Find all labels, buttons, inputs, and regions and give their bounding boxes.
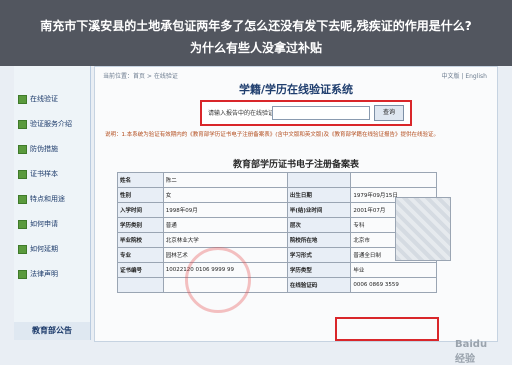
field-key: 证书编号 [117,262,164,278]
sidebar-item-extend[interactable]: 如何延期 [14,238,90,260]
verification-code-highlight [335,317,439,341]
table-row: 毕业院校 北京林业大学 院校所在地 北京市 [117,232,437,248]
bullet-icon [18,195,27,204]
sidebar-item-apply[interactable]: 如何申请 [14,213,90,235]
description-note: 说明：1.本系统为验证有效期内的《教育部学历证书电子注册备案表》(含中文版和英文… [105,132,440,138]
sidebar-item-label: 如何延期 [30,245,58,253]
certificate-title: 教育部学历证书电子注册备案表 [232,160,359,170]
field-key: 毕业院校 [117,232,164,248]
field-key: 出生日期 [286,187,352,203]
photo [395,197,451,261]
sidebar: 在线验证 验证服务介绍 防伪措施 证书样本 特点和用途 如何申请 如何延期 法律… [14,66,91,340]
sidebar-item-label: 在线验证 [30,95,58,103]
table-row: 入学时间 1998年09月 毕(结)业时间 2001年07月 [117,202,437,218]
bullet-icon [18,145,27,154]
field-value: 0006 0869 3559 [350,277,437,293]
page: 在线验证 验证服务介绍 防伪措施 证书样本 特点和用途 如何申请 如何延期 法律… [0,0,512,365]
stamp-seal [185,247,251,313]
field-key: 学历类别 [117,217,164,233]
banner-line-2: 为什么有些人没拿过补贴 [189,41,322,55]
system-title: 学籍/学历在线验证系统 [238,83,354,96]
field-value [350,172,437,188]
table-row: 性别女出生日期 1979年09月15日 [117,187,437,203]
field-key: 院校所在地 [286,232,352,248]
table-row: 学历类别 普通 层次 专科 [117,217,437,233]
field-value: 北京林业大学 [162,232,288,248]
question-banner: 南充市下溪安县的土地承包证两年多了怎么还没有发下去呢,残疾证的作用是什么? 为什… [0,0,512,66]
table-row: 姓名 陈二 [117,172,437,188]
bullet-icon [18,170,27,179]
search-button[interactable]: 查询 [374,105,404,121]
bullet-icon [18,270,27,279]
field-key: 在线验证码 [286,277,352,293]
field-key: 学历类型 [286,262,352,278]
sidebar-item-online-verify[interactable]: 在线验证 [14,88,90,110]
sidebar-item-service-intro[interactable]: 验证服务介绍 [14,113,90,135]
field-key: 性别 [117,187,164,203]
sidebar-item-label: 验证服务介绍 [30,120,72,128]
language-switch[interactable]: 中文版 | English [441,71,487,80]
sidebar-item-sample[interactable]: 证书样本 [14,163,90,185]
field-key [286,172,352,188]
bullet-icon [18,95,27,104]
banner-line-1: 南充市下溪安县的土地承包证两年多了怎么还没有发下去呢,残疾证的作用是什么? [40,19,472,33]
field-value: 1998年09月 [162,202,288,218]
bullet-icon [18,245,27,254]
field-value: 陈二 [162,172,288,188]
certificate-table: 姓名 陈二 性别女出生日期 1979年09月15日 入学时间 1998年09月 毕(结)… [117,172,437,293]
field-value: 普通 [162,217,288,233]
watermark: Baidu经验 [455,339,488,365]
breadcrumb: 当前位置：首页 > 在线验证 [103,73,178,80]
main-panel: 当前位置：首页 > 在线验证 中文版 | English 学籍/学历在线验证系统… [94,66,498,365]
field-key: 姓名 [117,172,164,188]
sidebar-item-legal[interactable]: 法律声明 [14,263,90,285]
verification-code-input[interactable] [272,106,370,120]
field-key: 专业 [117,247,164,263]
search-form: 请输入报告中的在线验证码： 查询 [200,100,412,126]
field-key: 毕(结)业时间 [286,202,352,218]
field-key: 入学时间 [117,202,164,218]
field-value: 毕业 [350,262,437,278]
sidebar-item-features[interactable]: 特点和用途 [14,188,90,210]
field-key: 层次 [286,217,352,233]
table-row: 在线验证码 0006 0869 3559 [117,277,437,293]
sidebar-item-anticounterfeit[interactable]: 防伪措施 [14,138,90,160]
bullet-icon [18,220,27,229]
bullet-icon [18,120,27,129]
sidebar-item-label: 防伪措施 [30,145,58,153]
table-row: 证书编号 10022120 0106 9999 99 学历类型 毕业 [117,262,437,278]
sidebar-item-label: 特点和用途 [30,195,65,203]
sidebar-item-label: 法律声明 [30,270,58,278]
field-value: 女 [162,187,288,203]
sidebar-item-label: 证书样本 [30,170,58,178]
table-row: 专业 园林艺术 学习形式 普通全日制 [117,247,437,263]
field-key: 学习形式 [286,247,352,263]
field-key [117,277,164,293]
notice-heading[interactable]: 教育部公告 [14,322,90,340]
sidebar-item-label: 如何申请 [30,220,58,228]
